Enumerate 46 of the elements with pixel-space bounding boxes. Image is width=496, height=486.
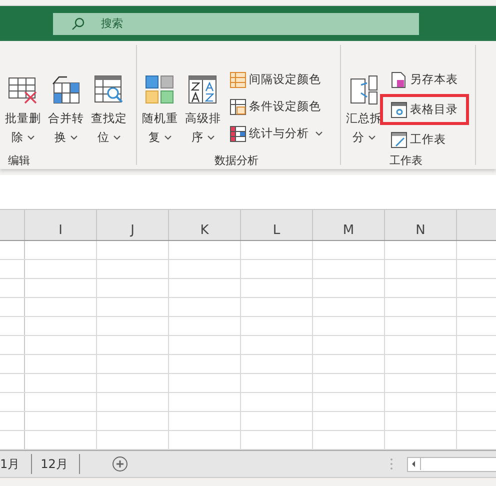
ribbon-button[interactable]: 汇总拆 分 (343, 75, 385, 153)
ribbon-button[interactable]: 高级排 序 (182, 75, 224, 153)
search-icon (71, 16, 85, 30)
group-label: 工作表 (388, 153, 424, 169)
column-header[interactable]: M (313, 210, 385, 240)
striped-grid-icon (230, 72, 246, 88)
ribbon-button[interactable]: 批量删 除 (2, 75, 44, 153)
ribbon-button[interactable]: 工作表 (389, 130, 448, 149)
ribbon-button[interactable]: 另存本表 (389, 70, 460, 89)
ribbon-button[interactable]: 合并转 换 (45, 75, 87, 153)
grid-chart-icon (230, 126, 246, 142)
ribbon-button[interactable]: 间隔设定颜色 (228, 70, 323, 89)
grid-color-icon (230, 98, 246, 114)
table-link-icon (391, 102, 407, 118)
column-header[interactable]: K (169, 210, 241, 240)
caret-icon (112, 134, 120, 140)
column-header[interactable]: J (97, 210, 169, 240)
sheet-edit-icon (391, 132, 407, 148)
grid-merge-icon (51, 75, 81, 105)
sheet-tab[interactable]: 1月 (0, 454, 32, 474)
ribbon-button[interactable]: 随机重 复 (139, 75, 181, 153)
group-label: 数据分析 (214, 153, 260, 169)
ribbon-button[interactable]: 条件设定颜色 (228, 97, 323, 116)
caret-icon (164, 134, 172, 140)
search-field[interactable]: 搜索 (53, 12, 419, 34)
document-icon (391, 72, 407, 88)
column-header[interactable]: L (241, 210, 313, 240)
caret-icon (315, 130, 323, 136)
caret-icon (206, 134, 214, 140)
caret-icon (368, 134, 376, 140)
sort-az-icon (188, 75, 218, 105)
group-label: 编辑 (7, 153, 31, 169)
color-squares-icon (145, 75, 175, 105)
horizontal-scrollbar[interactable] (406, 456, 496, 472)
ribbon-button[interactable]: 统计与分析 (228, 124, 325, 143)
caret-icon (26, 134, 34, 140)
add-sheet-icon[interactable] (112, 456, 128, 472)
column-header[interactable]: N (385, 210, 457, 240)
ribbon-button[interactable]: 表格目录 (389, 100, 460, 119)
split-sheets-icon (349, 75, 379, 105)
ribbon-button[interactable]: 查找定 位 (88, 75, 130, 153)
column-header[interactable]: I (25, 210, 97, 240)
grid-search-icon (94, 75, 124, 105)
grid-delete-icon (8, 75, 38, 105)
caret-icon (70, 134, 78, 140)
sheet-tab[interactable]: 12月 (32, 454, 80, 474)
